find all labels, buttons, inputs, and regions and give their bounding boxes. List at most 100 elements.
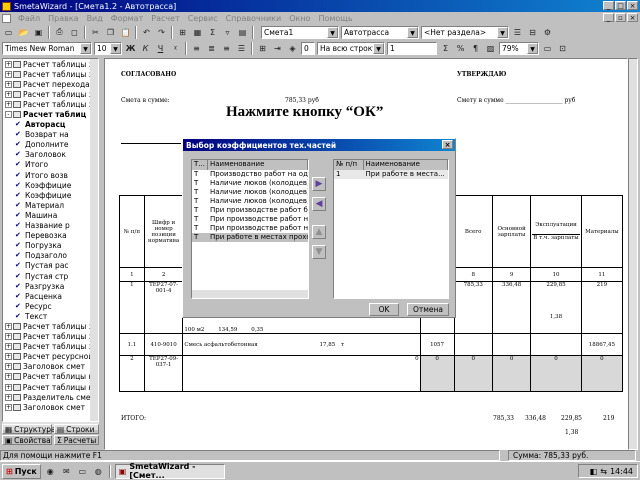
list-item[interactable]: Т При производстве работ на в [192,215,308,224]
channel-icon[interactable]: ◍ [92,465,105,478]
expand-icon[interactable]: + [5,80,12,88]
tree-node[interactable]: ✔ Авторасц [3,120,98,130]
title-bar[interactable]: SmetaWizard - [Смета1.2 - Автотрасса] _ … [0,0,640,12]
tree-node[interactable]: ✔ Ресурс [3,301,98,311]
expand-icon[interactable]: + [5,343,12,351]
tree-node[interactable]: + Расчет таблицы за [3,321,98,331]
tree-node[interactable]: ✔ Материал [3,200,98,210]
remove-arrow-icon[interactable]: ◀ [312,197,326,211]
tree-node[interactable]: + Расчет ресурсной [3,352,98,362]
tree-node[interactable]: ✔ Итого возв [3,170,98,180]
insert-icon[interactable]: ⊞ [176,26,189,39]
align-left-icon[interactable]: ≡ [190,42,203,55]
expand-icon[interactable]: + [5,393,12,401]
tab-structure[interactable]: ▦ Структура [2,424,56,434]
menu-view[interactable]: Вид [83,14,107,23]
menu-help[interactable]: Помощь [314,14,356,23]
list-item[interactable]: 1 При работе в места... [334,170,448,179]
row-mode-select[interactable]: На всю строку ▼ [317,41,385,55]
tab-rows[interactable]: ▤ Строки [54,424,99,434]
section-select[interactable]: <Нет раздела> ▼ [421,25,509,39]
collapse-icon[interactable]: - [5,111,12,119]
one-field[interactable]: 1 [387,41,437,55]
tree-node[interactable]: ✔ Коэффицие [3,180,98,190]
list-item[interactable]: Т Наличие люков (колодцев) по [192,179,308,188]
chevron-down-icon[interactable]: ▼ [80,42,91,54]
italic-button[interactable]: К [139,42,152,55]
close-button[interactable]: × [627,1,638,10]
tree-node[interactable]: ✔ Заголовок [3,150,98,160]
left-header-name[interactable]: Наименование [208,160,308,170]
chevron-down-icon[interactable]: ▼ [497,26,508,38]
menu-calc[interactable]: Расчет [147,14,183,23]
expand-icon[interactable]: + [5,333,12,341]
bold-button[interactable]: Ж [124,42,137,55]
tree-node[interactable]: ✔ Перевозка [3,231,98,241]
open-icon[interactable]: 📂 [17,26,30,39]
left-header-type[interactable]: Т... [192,160,208,170]
tab-properties[interactable]: ▣ Свойства [2,435,52,445]
menu-edit[interactable]: Правка [44,14,82,23]
underline-button[interactable]: Ч [154,42,167,55]
right-header-np[interactable]: № п/п [334,160,364,170]
minimize-button[interactable]: _ [603,1,614,10]
tree-node[interactable]: + Расчет таблицы за [3,89,98,99]
new-icon[interactable]: ▭ [2,26,15,39]
borders-icon[interactable]: ⊞ [256,42,269,55]
list-icon[interactable]: ☰ [511,26,524,39]
format-icon[interactable]: ¶ [469,42,482,55]
dialog-title-bar[interactable]: Выбор коэффициентов тех.частей × [183,139,455,151]
tree-scrollbar[interactable] [90,59,98,421]
size-select[interactable]: 10 ▼ [94,41,122,55]
cancel-button[interactable]: Отмена [407,303,449,316]
table-icon[interactable]: ▦ [191,26,204,39]
tree-node[interactable]: ✔ Машина [3,210,98,220]
ok-button[interactable]: OK [369,303,399,316]
move-down-icon[interactable]: ▼ [312,245,326,259]
start-button[interactable]: ⊞ Пуск [2,463,41,479]
smeta-select[interactable]: Смета1 ▼ [261,25,339,39]
tree-node[interactable]: + Расчет таблицы за [3,332,98,342]
expand-icon[interactable]: + [5,90,12,98]
tree-node[interactable]: + Расчет таблицы за [3,59,98,69]
percent-icon[interactable]: % [454,42,467,55]
expand-icon[interactable]: + [5,353,12,361]
expand-icon[interactable]: + [5,70,12,78]
chevron-down-icon[interactable]: ▼ [527,42,538,54]
preview-icon[interactable]: ◻ [68,26,81,39]
grid-icon[interactable]: ▤ [236,26,249,39]
structure-tree[interactable]: + Расчет таблицы за + Расчет таблицы за + Рас… [2,58,99,422]
image-icon[interactable]: ▨ [484,42,497,55]
expand-icon[interactable]: + [5,322,12,330]
align-right-icon[interactable]: ≡ [220,42,233,55]
available-list[interactable]: Т... Наименование Т Производство работ на… [191,159,309,299]
browser-icon[interactable]: ◉ [44,465,57,478]
list-item[interactable]: Т Производство работ на одно [192,170,308,179]
tree-node[interactable]: ✔ Разгрузка [3,281,98,291]
expand-icon[interactable]: + [5,100,12,108]
tree-icon[interactable]: ⊟ [526,26,539,39]
tree-node[interactable]: ✔ Возврат на [3,130,98,140]
document-icon[interactable] [2,13,11,23]
sum-icon[interactable]: Σ [439,42,452,55]
tree-node[interactable]: + Расчет перехода в [3,79,98,89]
paste-icon[interactable]: 📋 [119,26,132,39]
list-item[interactable]: Т Наличие люков (колодцев) по [192,188,308,197]
doc-close-button[interactable]: × [627,13,638,22]
tree-node[interactable]: ✔ Пустая рас [3,261,98,271]
mail-icon[interactable]: ✉ [60,465,73,478]
expand-icon[interactable]: + [5,373,12,381]
tab-calculations[interactable]: Σ Расчеты [54,435,99,445]
tree-node[interactable]: + Заголовок смет [3,362,98,372]
align-center-icon[interactable]: ≣ [205,42,218,55]
tree-node[interactable]: + Расчет таблицы за [3,342,98,352]
list-item[interactable]: Т При производстве работ на в [192,224,308,233]
maximize-button[interactable]: □ [615,1,626,10]
tree-node[interactable]: ✔ Название р [3,221,98,231]
taskbar-app-button[interactable]: ▣ SmetaWizard - [Смет... [114,462,225,480]
zoom-select[interactable]: 79% ▼ [499,41,539,55]
zero-field[interactable]: 0 [301,41,315,55]
tree-node[interactable]: ✔ Коэффицие [3,190,98,200]
tree-node[interactable]: ✔ Подзаголо [3,251,98,261]
list-item[interactable]: Т Наличие люков (колодцев) по [192,197,308,206]
